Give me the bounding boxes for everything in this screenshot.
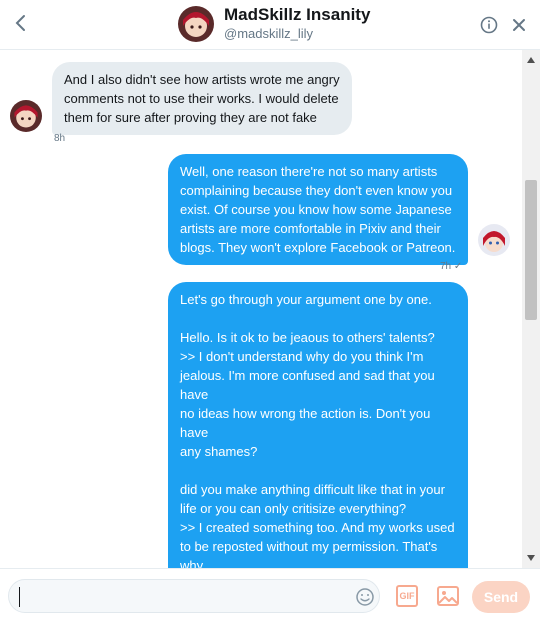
message-input-container[interactable] [8, 579, 380, 613]
message-bubble-incoming[interactable]: And I also didn't see how artists wrote … [52, 62, 352, 135]
info-button[interactable] [480, 16, 498, 34]
scrollbar[interactable] [522, 50, 540, 568]
contact-handle: @madskillz_lily [224, 26, 314, 41]
message-time: 7h ✓ [440, 261, 462, 272]
gif-button[interactable]: GIF [396, 585, 418, 607]
arrow-down-icon [527, 555, 535, 561]
scroll-down-button[interactable] [522, 550, 540, 566]
emoji-icon [356, 588, 374, 606]
media-button[interactable] [436, 584, 460, 608]
message-composer: GIF Send [0, 568, 540, 622]
send-button[interactable]: Send [472, 581, 530, 613]
emoji-button[interactable] [355, 587, 375, 607]
text-cursor [19, 587, 20, 607]
image-icon [437, 586, 459, 606]
message-time-text: 7h [440, 261, 452, 272]
contact-name[interactable]: MadSkillz Insanity [224, 5, 370, 25]
my-avatar[interactable] [478, 224, 510, 256]
back-button[interactable] [10, 12, 30, 34]
conversation-header: MadSkillz Insanity @madskillz_lily [0, 0, 540, 50]
read-check-icon: ✓ [453, 261, 463, 272]
arrow-up-icon [527, 57, 535, 63]
message-input[interactable] [19, 585, 349, 607]
message-bubble-outgoing[interactable]: Well, one reason there're not so many ar… [168, 154, 468, 265]
sender-avatar[interactable] [10, 100, 42, 132]
scroll-up-button[interactable] [522, 52, 540, 68]
close-icon [513, 19, 525, 31]
contact-avatar[interactable] [178, 6, 214, 42]
message-time: 8h [54, 133, 66, 144]
info-icon [480, 16, 498, 34]
chevron-left-icon [15, 15, 25, 31]
message-list[interactable]: And I also didn't see how artists wrote … [0, 50, 522, 568]
scrollbar-thumb[interactable] [525, 180, 537, 320]
close-button[interactable] [510, 16, 528, 34]
message-bubble-outgoing[interactable]: Let's go through your argument one by on… [168, 282, 468, 568]
